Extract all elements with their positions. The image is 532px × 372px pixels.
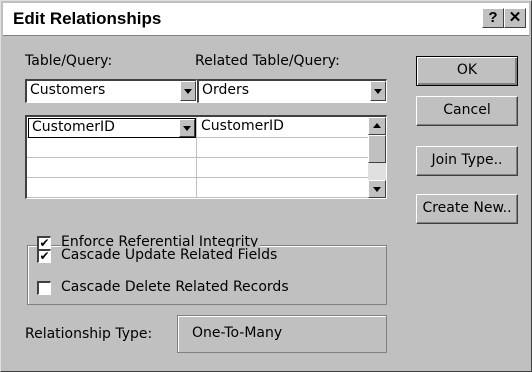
chevron-down-icon	[183, 126, 191, 131]
join-type-button[interactable]: Join Type..	[416, 146, 518, 176]
grid-cell-left[interactable]	[27, 158, 197, 178]
edit-relationships-dialog: Edit Relationships ? ✕ Table/Query: Rela…	[0, 0, 532, 372]
checkmark-icon: ✔	[39, 249, 50, 263]
help-button[interactable]: ?	[482, 8, 504, 28]
cascade-delete-checkbox[interactable]	[37, 281, 51, 295]
relationship-type-field: One-To-Many	[177, 315, 387, 353]
arrow-up-icon	[373, 123, 381, 128]
close-button[interactable]: ✕	[504, 8, 526, 28]
related-table-query-label: Related Table/Query:	[195, 53, 340, 69]
grid-cell-right[interactable]: CustomerID	[197, 117, 369, 138]
grid-cell-right[interactable]	[197, 158, 369, 178]
grid-cell-right[interactable]	[197, 138, 369, 158]
cascade-delete-label: Cascade Delete Related Records	[61, 279, 291, 295]
field-left-select[interactable]: CustomerID	[28, 118, 196, 138]
grid-cell-left[interactable]	[27, 138, 197, 158]
checkmark-icon: ✔	[39, 236, 50, 250]
table-query-label: Table/Query:	[25, 53, 113, 69]
dialog-title: Edit Relationships	[13, 9, 162, 28]
field-right-value: CustomerID	[201, 118, 284, 134]
table-query-select[interactable]: Customers	[25, 79, 197, 103]
cascade-update-label: Cascade Update Related Fields	[61, 247, 280, 263]
cancel-button[interactable]: Cancel	[416, 96, 518, 126]
field-left-dropdown-button[interactable]	[179, 119, 195, 137]
chevron-down-icon	[184, 89, 192, 94]
relationship-type-value: One-To-Many	[192, 325, 283, 341]
scroll-thumb[interactable]	[368, 135, 386, 163]
cascade-update-checkbox[interactable]: ✔	[37, 249, 51, 263]
close-icon: ✕	[508, 9, 522, 26]
scroll-up-button[interactable]	[368, 117, 386, 135]
ok-button[interactable]: OK	[416, 56, 518, 86]
relationship-type-label: Relationship Type:	[25, 326, 153, 342]
grid-cell-right[interactable]	[197, 178, 369, 198]
enforce-referential-integrity-checkbox[interactable]: ✔	[37, 236, 51, 250]
table-query-dropdown-button[interactable]	[180, 81, 196, 101]
related-table-query-value: Orders	[202, 82, 250, 98]
related-table-query-select[interactable]: Orders	[197, 79, 387, 103]
arrow-down-icon	[373, 187, 381, 192]
grid-cell-left[interactable]	[27, 178, 197, 198]
title-bar: Edit Relationships ? ✕	[3, 3, 529, 36]
scroll-down-button[interactable]	[368, 180, 386, 198]
chevron-down-icon	[374, 89, 382, 94]
grid-cell-left[interactable]: CustomerID	[27, 117, 197, 138]
table-query-value: Customers	[30, 82, 106, 98]
related-table-query-dropdown-button[interactable]	[370, 81, 386, 101]
grid-scrollbar[interactable]	[368, 117, 386, 198]
help-icon: ?	[488, 9, 498, 26]
field-mapping-grid[interactable]: CustomerID CustomerID	[25, 115, 387, 199]
field-left-value: CustomerID	[32, 119, 115, 135]
create-new-button[interactable]: Create New..	[416, 194, 518, 224]
